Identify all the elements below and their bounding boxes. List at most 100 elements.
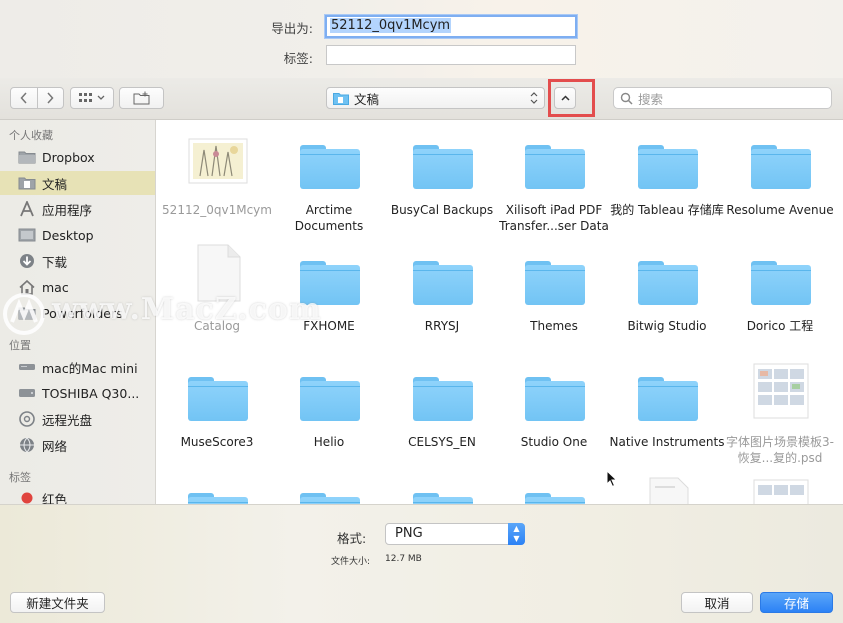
sidebar-item-home[interactable]: mac [0,275,155,299]
sidebar-item-label: Dropbox [42,149,95,165]
folder-icon [413,261,473,305]
folder-name: Xilisoft iPad PDF Transfer...ser Data [499,203,609,233]
sidebar-item-label: 网络 [42,438,68,454]
format-label: 格式: [337,531,367,546]
documents-icon [17,174,37,192]
folder-icon [17,304,37,322]
file-size-label: 文件大小: [331,557,371,567]
format-value: PNG [395,526,423,541]
folder-icon [638,377,698,421]
sidebar-item-applications[interactable]: 应用程序 [0,197,155,221]
file-name: 52112_0qv1Mcym [162,203,272,217]
sidebar-item-documents[interactable]: 文稿 [0,171,155,195]
new-folder-button[interactable]: 新建文件夹 [10,592,105,613]
format-popup[interactable]: PNG ▲ ▼ [385,523,525,545]
sidebar-item-desktop[interactable]: Desktop [0,223,155,247]
sidebar-item-label: 应用程序 [42,202,93,218]
folder-icon [413,145,473,189]
sidebar-item-toshiba[interactable]: TOSHIBA Q30... [0,381,155,405]
sidebar: 个人收藏 Dropbox 文稿 应用程序 Desktop 下载 mac Powe… [0,120,156,504]
sidebar-item-label: Powerfolders [42,305,123,321]
sidebar-item-label: 文稿 [42,176,68,192]
folder-icon [300,493,360,504]
updown-chevron-icon [530,92,538,104]
folder-name: BusyCal Backups [390,203,494,217]
view-mode-button[interactable] [70,87,114,109]
sidebar-item-label: TOSHIBA Q30... [42,385,140,401]
desktop-icon [17,226,37,244]
favorites-section-title: 个人收藏 [9,129,53,142]
applications-icon [17,200,37,218]
folder-icon [413,377,473,421]
back-button[interactable] [11,88,37,108]
sidebar-item-remote-disc[interactable]: 远程光盘 [0,407,155,431]
folder-icon [751,145,811,189]
file-name: 字体图片场景模板3-恢复...复的.psd [726,435,834,465]
drive-icon [17,384,37,402]
new-folder-toolbar-button[interactable] [119,87,164,109]
mouse-cursor-icon [606,470,618,488]
folder-name: Bitwig Studio [627,319,707,333]
folder-icon [638,145,698,189]
image-thumbnail-icon [188,135,248,195]
location-popup[interactable]: 文稿 [326,87,545,109]
psd-thumbnail-icon [751,363,811,427]
folder-name: Dorico 工程 [746,319,814,333]
sidebar-item-mac-mini[interactable]: mac的Mac mini [0,355,155,379]
folder-name: FXHOME [303,319,355,333]
folder-icon [525,377,585,421]
home-icon [17,278,37,296]
annotation-highlight-box [548,79,595,117]
updown-chevron-icon: ▲ ▼ [508,523,525,545]
locations-section-title: 位置 [9,339,31,352]
search-icon [620,92,633,105]
folder-name: Themes [530,319,578,333]
export-as-value: 52112_0qv1Mcym [330,18,452,33]
folder-icon [413,493,473,504]
chevron-left-icon [20,92,27,104]
save-button[interactable]: 存储 [760,592,833,613]
folder-icon [751,261,811,305]
sidebar-item-downloads[interactable]: 下载 [0,249,155,273]
folder-icon [300,261,360,305]
folder-name: Helio [313,435,345,449]
options-footer: 格式: 文件大小: 12.7 MB 新建文件夹 取消 存储 [0,504,843,623]
folder-name: MuseScore3 [180,435,254,449]
tags-field[interactable] [326,45,576,65]
disc-icon [17,410,37,428]
documents-folder-icon [333,92,349,105]
computer-icon [17,358,37,376]
file-size-value: 12.7 MB [385,554,422,564]
folder-icon [188,377,248,421]
document-file-icon [188,244,248,311]
tags-label: 标签: [283,51,313,66]
file-name: Catalog [193,319,241,333]
downloads-icon [17,252,37,270]
folder-name: CELSYS_EN [408,435,476,449]
forward-button[interactable] [37,88,63,108]
chevron-right-icon [47,92,54,104]
new-folder-icon [133,91,149,105]
file-browser-grid: 52112_0qv1Mcym Arctime Documents BusyCal… [156,120,843,504]
folder-name: 我的 Tableau 存储库 [610,203,724,217]
back-forward-control [10,87,64,109]
folder-icon [525,493,585,504]
sidebar-item-network[interactable]: 网络 [0,433,155,457]
search-placeholder: 搜索 [638,91,664,107]
sidebar-item-label: 远程光盘 [42,412,93,428]
sidebar-item-powerfolders[interactable]: Powerfolders [0,301,155,325]
export-header: 导出为: 52112_0qv1Mcym 标签: [0,0,843,78]
sidebar-item-tag-red[interactable]: 红色 [0,486,155,504]
folder-icon [17,148,37,166]
search-field[interactable]: 搜索 [613,87,832,109]
export-as-field[interactable]: 52112_0qv1Mcym [325,15,577,38]
folder-name: RRYSJ [424,319,460,333]
export-as-label: 导出为: [271,21,313,36]
sidebar-item-dropbox[interactable]: Dropbox [0,145,155,169]
folder-name: Resolume Avenue [726,203,834,217]
folder-icon [638,261,698,305]
sidebar-item-label: 红色 [42,491,68,505]
sidebar-item-label: 下载 [42,254,68,270]
location-label: 文稿 [354,91,380,107]
cancel-button[interactable]: 取消 [681,592,753,613]
